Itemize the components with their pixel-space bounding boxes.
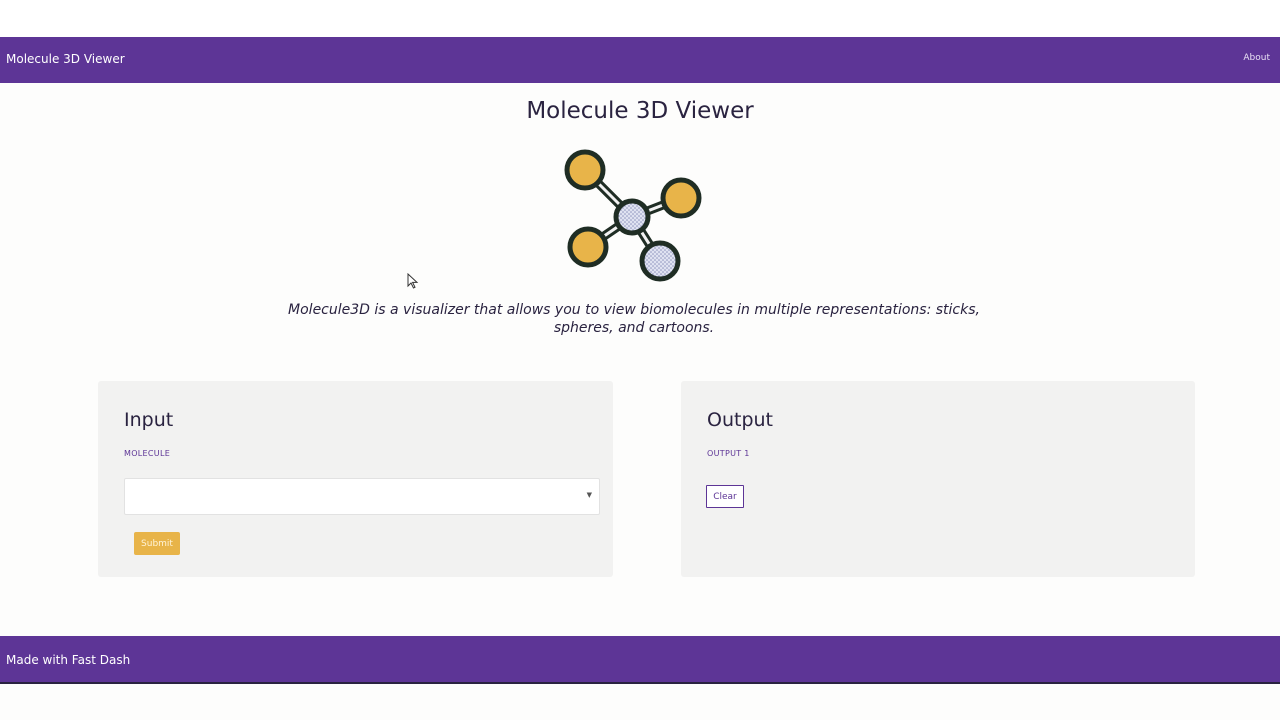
- about-link[interactable]: About: [1243, 53, 1270, 63]
- page-title: Molecule 3D Viewer: [526, 98, 754, 124]
- navbar: Molecule 3D Viewer About: [0, 37, 1280, 83]
- navbar-brand[interactable]: Molecule 3D Viewer: [6, 52, 125, 66]
- input-card: Input MOLECULE ▼ Submit: [98, 381, 613, 577]
- caret-down-icon: ▼: [586, 491, 592, 499]
- app-description: Molecule3D is a visualizer that allows y…: [288, 302, 980, 336]
- molecule-dropdown[interactable]: ▼: [124, 478, 600, 515]
- output-heading: Output: [707, 409, 773, 431]
- footer: Made with Fast Dash: [0, 636, 1280, 684]
- molecule-field-label: MOLECULE: [124, 449, 171, 458]
- top-strip: [0, 0, 1280, 37]
- submit-button[interactable]: Submit: [134, 532, 180, 555]
- input-heading: Input: [124, 409, 174, 431]
- molecule-icon: [564, 149, 702, 282]
- clear-button[interactable]: Clear: [706, 485, 744, 508]
- output-field-label: OUTPUT 1: [707, 449, 750, 458]
- mouse-pointer-icon: [407, 273, 419, 289]
- output-card: Output OUTPUT 1 Clear: [681, 381, 1195, 577]
- footer-text: Made with Fast Dash: [6, 653, 131, 667]
